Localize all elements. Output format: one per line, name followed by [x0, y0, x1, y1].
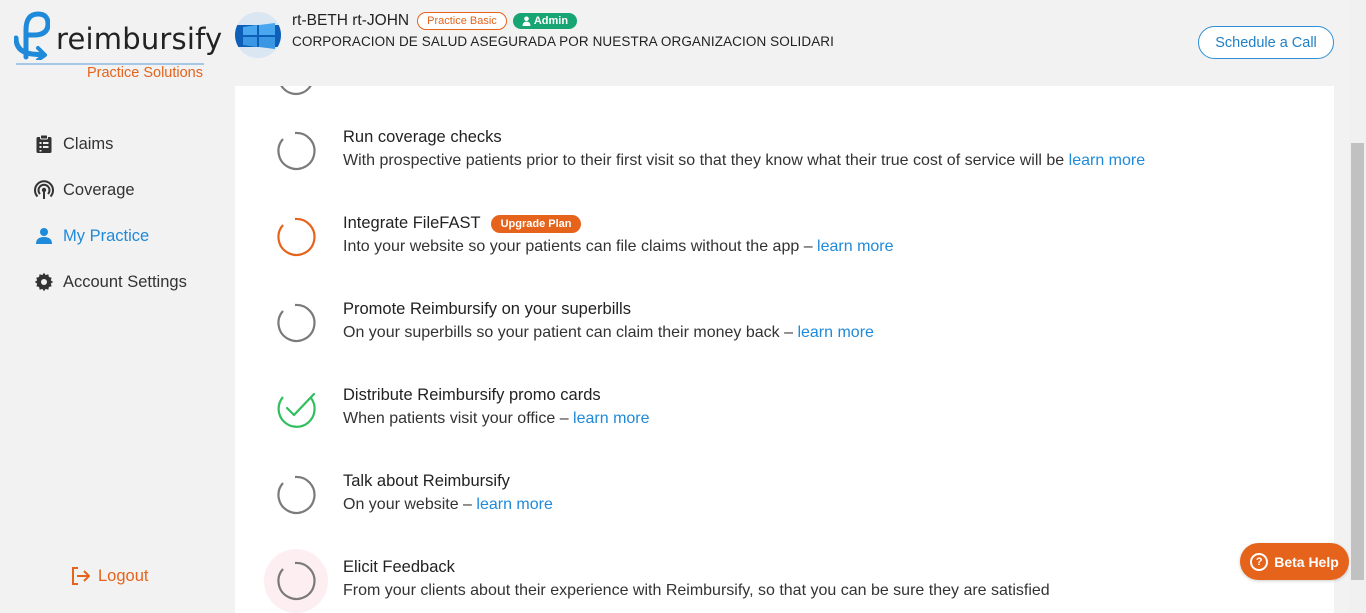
task-integrate-filefast: Integrate FileFAST Upgrade Plan Into you…	[273, 214, 1323, 284]
organization-name: CORPORACION DE SALUD ASEGURADA POR NUEST…	[292, 34, 835, 49]
task-description: From your clients about their experience…	[343, 582, 1050, 599]
progress-ring-icon	[277, 303, 316, 343]
coverage-signal-icon	[34, 180, 54, 200]
task-description: With prospective patients prior to their…	[343, 152, 1065, 169]
sidebar-nav: Claims Coverage My Practice Account Sett…	[34, 133, 187, 317]
sidebar-item-label: My Practice	[63, 226, 150, 245]
sidebar-item-my-practice[interactable]: My Practice	[34, 225, 187, 247]
learn-more-link[interactable]: learn more	[476, 496, 552, 513]
logout-button[interactable]: Logout	[70, 566, 148, 586]
task-distribute-promo-cards: Distribute Reimbursify promo cards When …	[273, 386, 1323, 456]
learn-more-link[interactable]: learn more	[817, 238, 893, 255]
checkmark-circle-icon	[277, 392, 316, 428]
reimbursify-logo[interactable]: reimbursify Practice Solutions	[14, 8, 222, 88]
practice-checklist-card: Run coverage checks With prospective pat…	[235, 86, 1334, 613]
scrollbar-thumb[interactable]	[1351, 143, 1364, 580]
sidebar-item-coverage[interactable]: Coverage	[34, 179, 187, 201]
sidebar-item-label: Claims	[63, 134, 114, 153]
task-description: When patients visit your office –	[343, 410, 569, 427]
learn-more-link[interactable]: learn more	[1069, 152, 1145, 169]
task-description: Into your website so your patients can f…	[343, 238, 813, 255]
sidebar-item-label: Coverage	[63, 180, 135, 199]
person-icon	[34, 226, 54, 246]
beta-help-button[interactable]: ? Beta Help	[1240, 543, 1349, 580]
question-icon: ?	[1250, 552, 1269, 571]
progress-ring-icon	[277, 131, 316, 171]
progress-ring-icon	[277, 561, 316, 601]
progress-ring-icon	[277, 475, 316, 515]
task-title: Promote Reimbursify on your superbills	[343, 300, 631, 318]
task-title: Run coverage checks	[343, 128, 502, 146]
task-promote-on-superbills: Promote Reimbursify on your superbills O…	[273, 300, 1323, 370]
beta-help-label: Beta Help	[1274, 553, 1339, 570]
task-title: Elicit Feedback	[343, 558, 455, 576]
user-line: rt-BETH rt-JOHN Practice Basic Admin	[292, 12, 578, 30]
progress-ring-icon	[277, 217, 316, 257]
learn-more-link[interactable]: learn more	[573, 410, 649, 427]
task-talk-about-reimbursify: Talk about Reimbursify On your website –…	[273, 472, 1323, 542]
clipboard-icon	[34, 134, 54, 154]
task-description: On your superbills so your patient can c…	[343, 324, 793, 341]
task-title: Talk about Reimbursify	[343, 472, 510, 490]
user-icon	[522, 16, 531, 26]
upgrade-plan-badge[interactable]: Upgrade Plan	[490, 214, 582, 233]
gear-icon	[34, 272, 54, 292]
sidebar-item-label: Account Settings	[63, 272, 187, 291]
plan-badge: Practice Basic	[417, 12, 507, 30]
sidebar: reimbursify Practice Solutions Claims Co…	[0, 0, 235, 613]
task-title: Integrate FileFAST	[343, 214, 481, 232]
role-badge-label: Admin	[533, 15, 569, 27]
sidebar-item-account-settings[interactable]: Account Settings	[34, 271, 187, 293]
brand-name: reimbursify	[56, 22, 223, 56]
learn-more-link[interactable]: learn more	[797, 324, 873, 341]
task-description: On your website –	[343, 496, 472, 513]
logout-label: Logout	[98, 566, 149, 585]
task-elicit-feedback: Elicit Feedback From your clients about …	[264, 549, 1323, 613]
task-title: Distribute Reimbursify promo cards	[343, 386, 601, 404]
progress-ring-icon	[280, 86, 312, 96]
reimbursify-r-icon	[14, 11, 50, 60]
logout-icon	[70, 566, 92, 586]
schedule-call-button[interactable]: Schedule a Call	[1198, 26, 1334, 59]
role-badge: Admin	[512, 13, 578, 29]
sidebar-item-claims[interactable]: Claims	[34, 133, 187, 155]
header: rt-BETH rt-JOHN Practice Basic Admin COR…	[235, 0, 1355, 86]
brand-subtitle: Practice Solutions	[86, 65, 203, 81]
avatar[interactable]	[235, 12, 281, 58]
task-run-coverage-checks: Run coverage checks With prospective pat…	[273, 128, 1323, 198]
user-name: rt-BETH rt-JOHN	[292, 12, 410, 29]
